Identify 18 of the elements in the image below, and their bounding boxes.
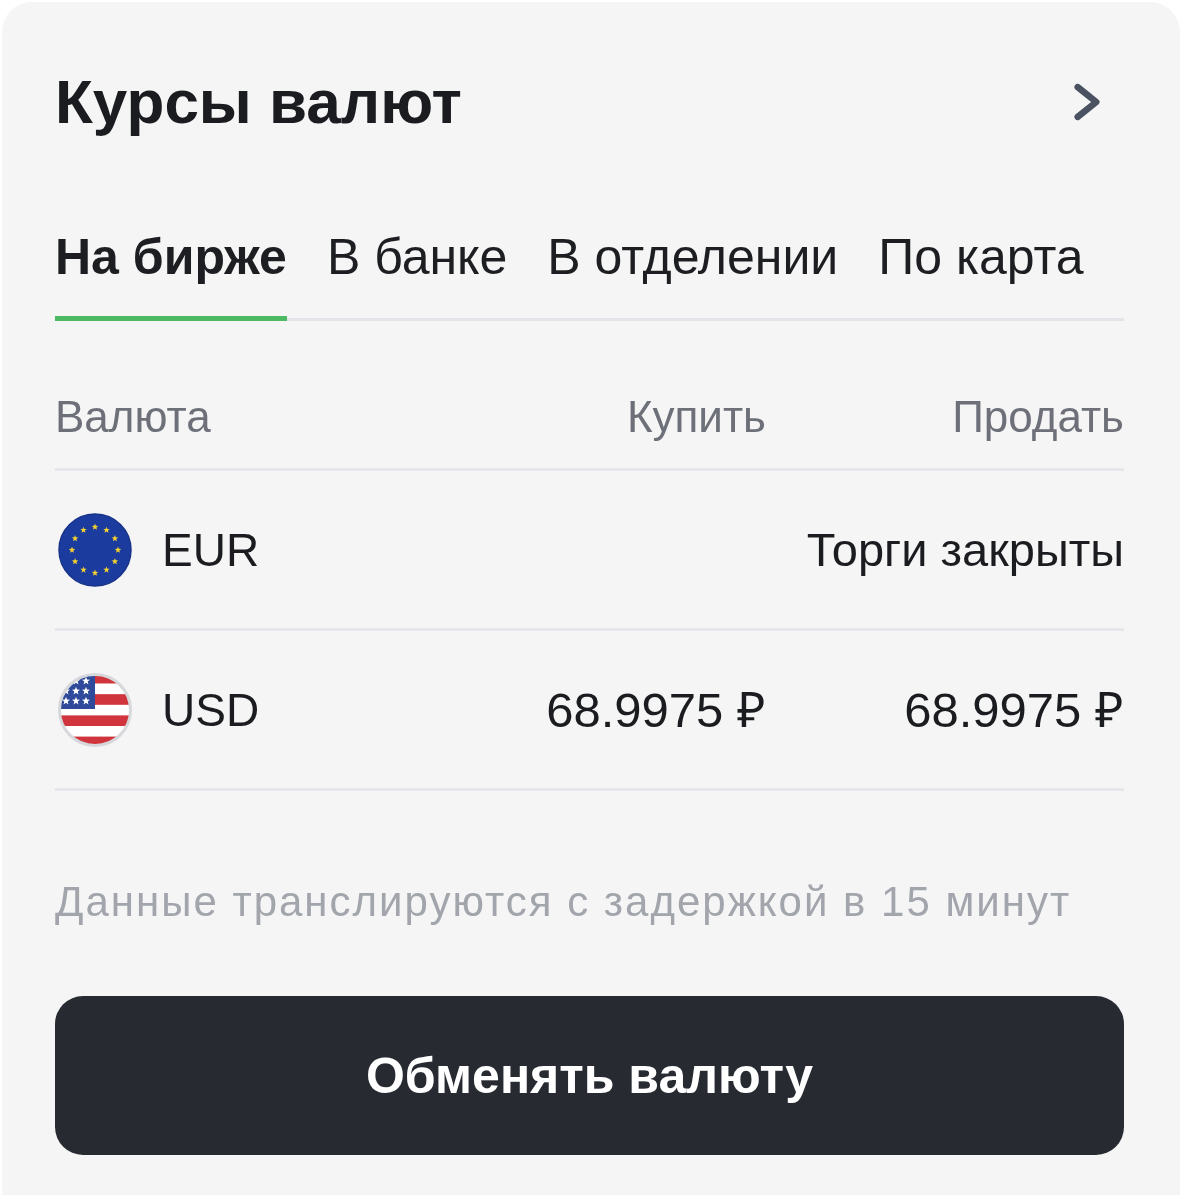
column-header: Продать bbox=[951, 392, 1124, 442]
delay-note: Данные транслируются с задержкой в 15 минут bbox=[55, 878, 1073, 926]
eu-flag-icon bbox=[58, 513, 132, 587]
column-header: Валюта bbox=[55, 392, 212, 442]
market-status: Торги закрыты bbox=[806, 522, 1124, 578]
column-header: Купить bbox=[625, 392, 766, 442]
currency-code: EUR bbox=[162, 523, 260, 578]
sell-rate: 68.9975 ₽ bbox=[904, 682, 1124, 738]
tab[interactable]: По карта bbox=[878, 229, 1084, 321]
tab[interactable]: В банке bbox=[326, 229, 508, 321]
chevron-right-icon[interactable] bbox=[1074, 83, 1100, 121]
card-title: Курсы валют bbox=[55, 67, 462, 137]
currency-code: USD bbox=[162, 683, 260, 738]
us-flag-icon bbox=[58, 673, 132, 747]
tab[interactable]: В отделении bbox=[547, 229, 839, 321]
tab[interactable]: На бирже bbox=[55, 229, 287, 321]
exchange-button[interactable]: Обменять валюту bbox=[55, 996, 1124, 1155]
buy-rate: 68.9975 ₽ bbox=[546, 682, 766, 738]
